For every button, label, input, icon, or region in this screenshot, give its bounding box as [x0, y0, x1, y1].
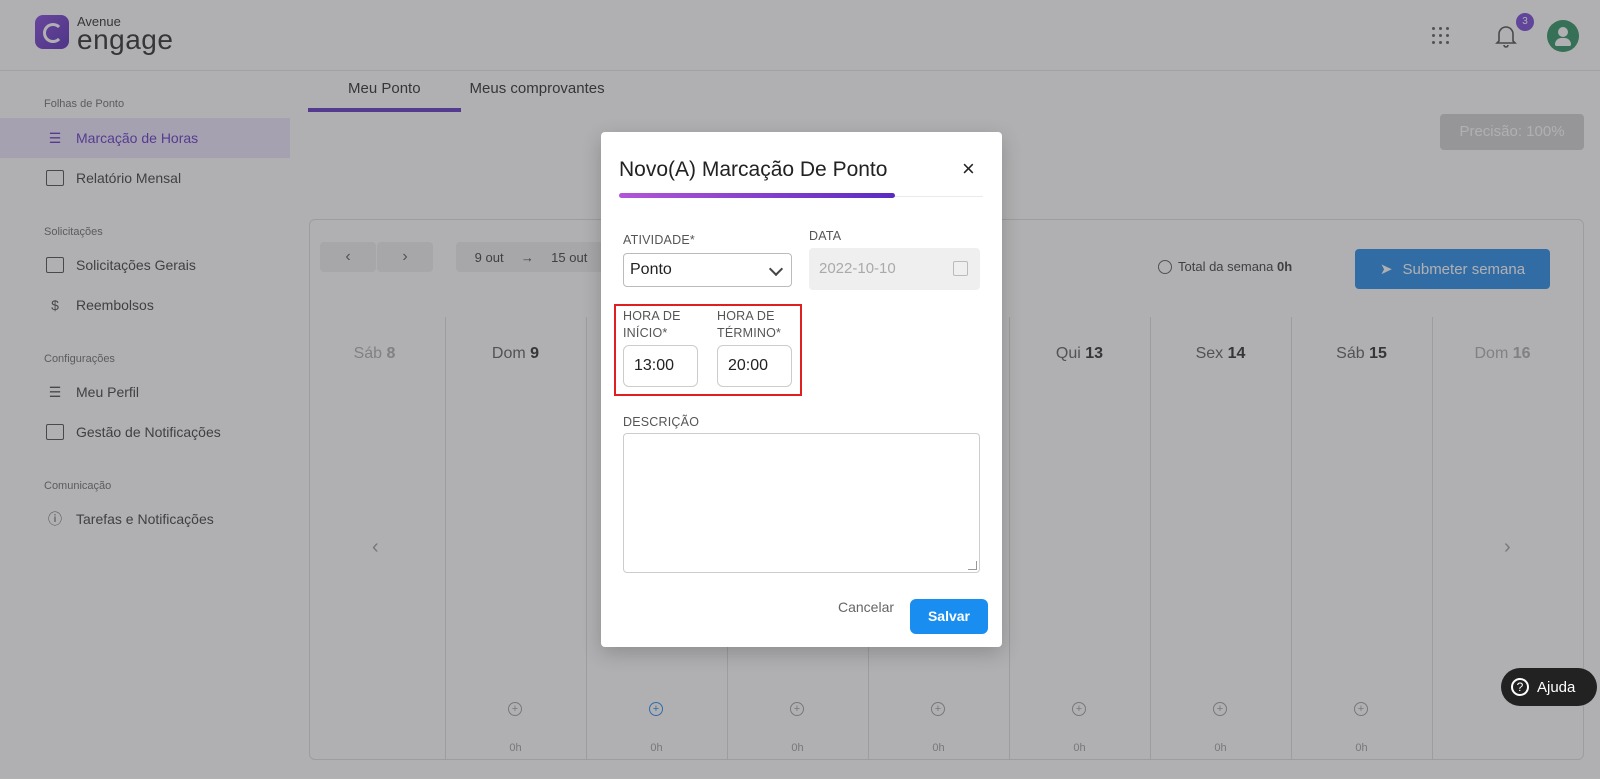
help-label: Ajuda [1537, 678, 1576, 696]
title-underline [619, 193, 895, 198]
activity-select[interactable]: Ponto [623, 253, 792, 287]
modal-title: Novo(A) Marcação De Ponto [619, 158, 888, 181]
start-time-label: HORA DE INÍCIO* [623, 309, 681, 340]
activity-value: Ponto [630, 261, 672, 278]
date-field: 2022-10-10 [809, 248, 980, 290]
description-textarea[interactable] [623, 433, 980, 573]
description-label: DESCRIÇÃO [623, 415, 700, 429]
chevron-down-icon [768, 261, 784, 277]
activity-label: ATIVIDADE* [623, 233, 695, 247]
close-icon[interactable]: × [962, 158, 975, 180]
end-time-input[interactable]: 20:00 [717, 345, 792, 387]
help-button[interactable]: ? Ajuda [1501, 668, 1597, 706]
save-button[interactable]: Salvar [910, 599, 988, 634]
start-time-input[interactable]: 13:00 [623, 345, 698, 387]
date-label: DATA [809, 229, 842, 243]
end-time-label: HORA DE TÉRMINO* [717, 309, 782, 340]
new-entry-modal: Novo(A) Marcação De Ponto × ATIVIDADE* P… [601, 132, 1002, 647]
date-value: 2022-10-10 [819, 260, 896, 277]
cancel-button[interactable]: Cancelar [838, 599, 894, 615]
calendar-icon [953, 261, 968, 276]
question-icon: ? [1511, 678, 1529, 696]
